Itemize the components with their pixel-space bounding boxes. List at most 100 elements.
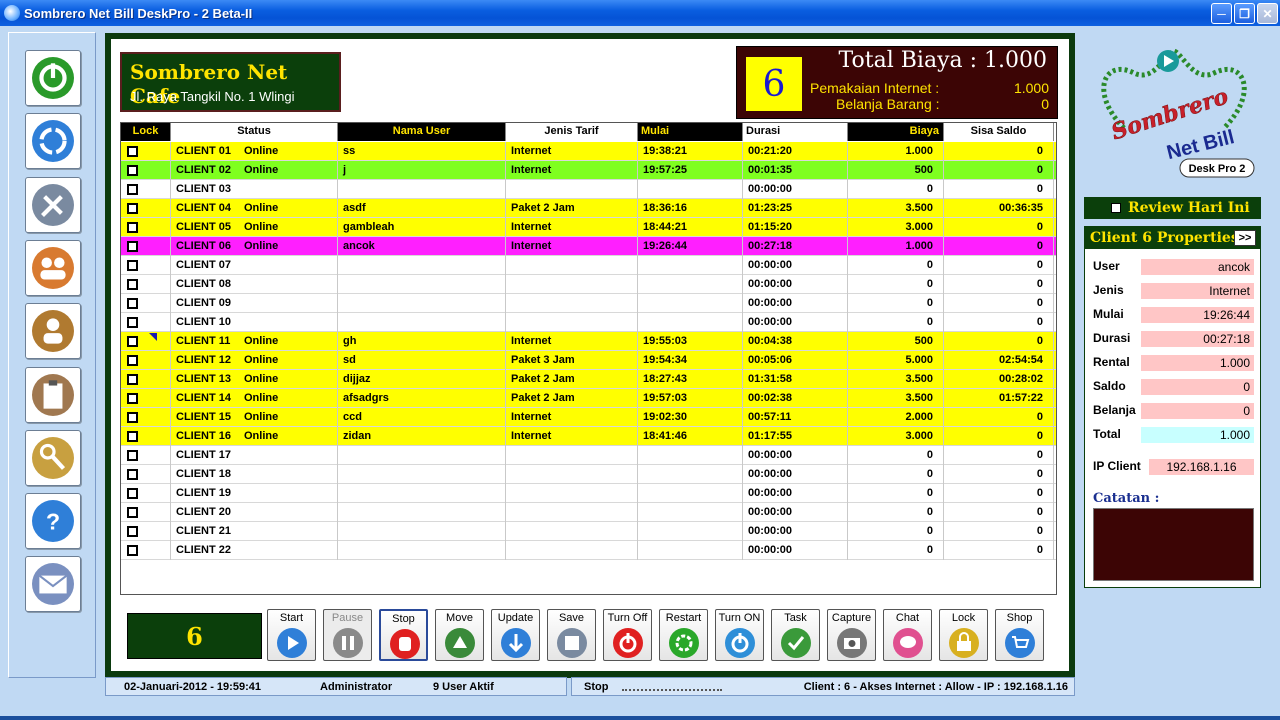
table-row[interactable]: CLIENT 07 00:00:00 0 0 [121, 256, 1056, 275]
cell-client: CLIENT 19 [176, 487, 232, 499]
tools-icon [32, 183, 74, 226]
table-row[interactable]: CLIENT 09 00:00:00 0 0 [121, 294, 1056, 313]
lock-checkbox[interactable] [127, 355, 138, 366]
restore-button[interactable]: ❐ [1234, 3, 1255, 24]
lock-checkbox[interactable] [127, 241, 138, 252]
column-header[interactable]: Biaya [848, 123, 944, 141]
cell-client: CLIENT 09 [176, 297, 232, 309]
tools-button[interactable] [25, 176, 81, 233]
turn-off-button[interactable]: Turn Off [603, 609, 652, 661]
table-row[interactable]: CLIENT 13 Online dijjaz Paket 2 Jam 18:27:43… [121, 370, 1056, 389]
lock-checkbox[interactable] [127, 412, 138, 423]
table-row[interactable]: CLIENT 16 Online zidan Internet 18:41:46 01:1… [121, 427, 1056, 446]
lock-checkbox[interactable] [127, 488, 138, 499]
users-button[interactable] [25, 239, 81, 296]
table-row[interactable]: CLIENT 17 00:00:00 0 0 [121, 446, 1056, 465]
cell-status: Online [239, 427, 338, 446]
pause-button[interactable]: Pause [323, 609, 372, 661]
mail-button[interactable] [25, 556, 81, 613]
capture-button[interactable]: Capture [827, 609, 876, 661]
lock-checkbox[interactable] [127, 526, 138, 537]
clipboard-button[interactable] [25, 366, 81, 423]
table-row[interactable]: CLIENT 04 Online asdf Paket 2 Jam 18:36:16 01… [121, 199, 1056, 218]
expand-button[interactable]: >> [1234, 230, 1256, 246]
column-header[interactable]: Durasi [743, 123, 848, 141]
column-header[interactable]: Sisa Saldo [944, 123, 1054, 141]
client-table[interactable]: Lock Status Nama User Jenis Tarif Mulai Duras… [120, 122, 1057, 595]
table-row[interactable]: CLIENT 10 00:00:00 0 0 [121, 313, 1056, 332]
table-row[interactable]: CLIENT 18 00:00:00 0 0 [121, 465, 1056, 484]
lock-checkbox[interactable] [127, 203, 138, 214]
lock-checkbox[interactable] [127, 317, 138, 328]
lock-checkbox[interactable] [127, 469, 138, 480]
column-header[interactable]: Nama User [338, 123, 506, 141]
move-button[interactable]: Move [435, 609, 484, 661]
task-button[interactable]: Task [771, 609, 820, 661]
table-row[interactable]: CLIENT 11 Online gh Internet 19:55:03 00:04:3… [121, 332, 1056, 351]
refresh-button[interactable] [25, 113, 81, 170]
update-button[interactable]: Update [491, 609, 540, 661]
save-button[interactable]: Save [547, 609, 596, 661]
column-header[interactable]: Mulai [638, 123, 743, 141]
table-row[interactable]: CLIENT 01 Online ss Internet 19:38:21 00:21:2… [121, 142, 1056, 161]
help-button[interactable]: ? [25, 493, 81, 550]
status-active-users: 9 User Aktif [433, 681, 494, 693]
close-button[interactable]: ✕ [1257, 3, 1278, 24]
column-header[interactable]: Lock [121, 123, 171, 141]
table-row[interactable]: CLIENT 06 Online ancok Internet 19:26:44 00:2… [121, 237, 1056, 256]
lock-button[interactable]: Lock [939, 609, 988, 661]
table-row[interactable]: CLIENT 19 00:00:00 0 0 [121, 484, 1056, 503]
review-checkbox[interactable] [1111, 203, 1121, 213]
table-row[interactable]: CLIENT 03 00:00:00 0 0 [121, 180, 1056, 199]
cell-durasi: 00:00:00 [743, 275, 848, 294]
lock-checkbox[interactable] [127, 298, 138, 309]
lock-checkbox[interactable] [127, 146, 138, 157]
cell-status [239, 180, 338, 199]
title-bar[interactable]: Sombrero Net Bill DeskPro - 2 Beta-II ─ … [0, 0, 1280, 26]
lock-checkbox[interactable] [127, 507, 138, 518]
cell-durasi: 01:17:55 [743, 427, 848, 446]
chat-button[interactable]: Chat [883, 609, 932, 661]
stop-button[interactable]: Stop [379, 609, 428, 661]
table-row[interactable]: CLIENT 14 Online afsadgrs Paket 2 Jam 19:57:… [121, 389, 1056, 408]
notes-area[interactable] [1093, 508, 1254, 581]
shop-button[interactable]: Shop [995, 609, 1044, 661]
table-row[interactable]: CLIENT 22 00:00:00 0 0 [121, 541, 1056, 560]
table-row[interactable]: CLIENT 21 00:00:00 0 0 [121, 522, 1056, 541]
table-row[interactable]: CLIENT 20 00:00:00 0 0 [121, 503, 1056, 522]
admin-key-button[interactable] [25, 303, 81, 360]
restart-button[interactable]: Restart [659, 609, 708, 661]
table-row[interactable]: CLIENT 08 00:00:00 0 0 [121, 275, 1056, 294]
lock-checkbox[interactable] [127, 184, 138, 195]
lock-checkbox[interactable] [127, 165, 138, 176]
cafe-address: Jl. Raya Tangkil No. 1 Wlingi [130, 89, 295, 104]
table-row[interactable]: CLIENT 15 Online ccd Internet 19:02:30 00:57:… [121, 408, 1056, 427]
start-button[interactable]: Start [267, 609, 316, 661]
minimize-button[interactable]: ─ [1211, 3, 1232, 24]
lock-checkbox[interactable] [127, 393, 138, 404]
cell-mulai: 19:55:03 [638, 332, 743, 351]
lock-checkbox[interactable] [127, 545, 138, 556]
power-off-icon [613, 628, 643, 658]
lock-checkbox[interactable] [127, 279, 138, 290]
cell-status [239, 256, 338, 275]
lock-checkbox[interactable] [127, 222, 138, 233]
table-row[interactable]: CLIENT 05 Online gambleah Internet 18:44:21 0… [121, 218, 1056, 237]
lock-checkbox[interactable] [127, 260, 138, 271]
table-row[interactable]: CLIENT 12 Online sd Paket 3 Jam 19:54:34 00:0… [121, 351, 1056, 370]
column-header[interactable]: Jenis Tarif [506, 123, 638, 141]
lock-checkbox[interactable] [127, 336, 138, 347]
cell-user [338, 313, 506, 332]
cell-biaya: 0 [848, 256, 944, 275]
cell-durasi: 00:00:00 [743, 484, 848, 503]
keys-button[interactable] [25, 429, 81, 486]
turn-on-button[interactable]: Turn ON [715, 609, 764, 661]
cell-user: gh [338, 332, 506, 351]
table-row[interactable]: CLIENT 02 Online j Internet 19:57:25 00:01:35… [121, 161, 1056, 180]
lock-checkbox[interactable] [127, 431, 138, 442]
lock-checkbox[interactable] [127, 450, 138, 461]
lock-checkbox[interactable] [127, 374, 138, 385]
column-header[interactable]: Status [171, 123, 338, 141]
review-today[interactable]: Review Hari Ini [1084, 197, 1261, 219]
power-button[interactable] [25, 50, 81, 106]
